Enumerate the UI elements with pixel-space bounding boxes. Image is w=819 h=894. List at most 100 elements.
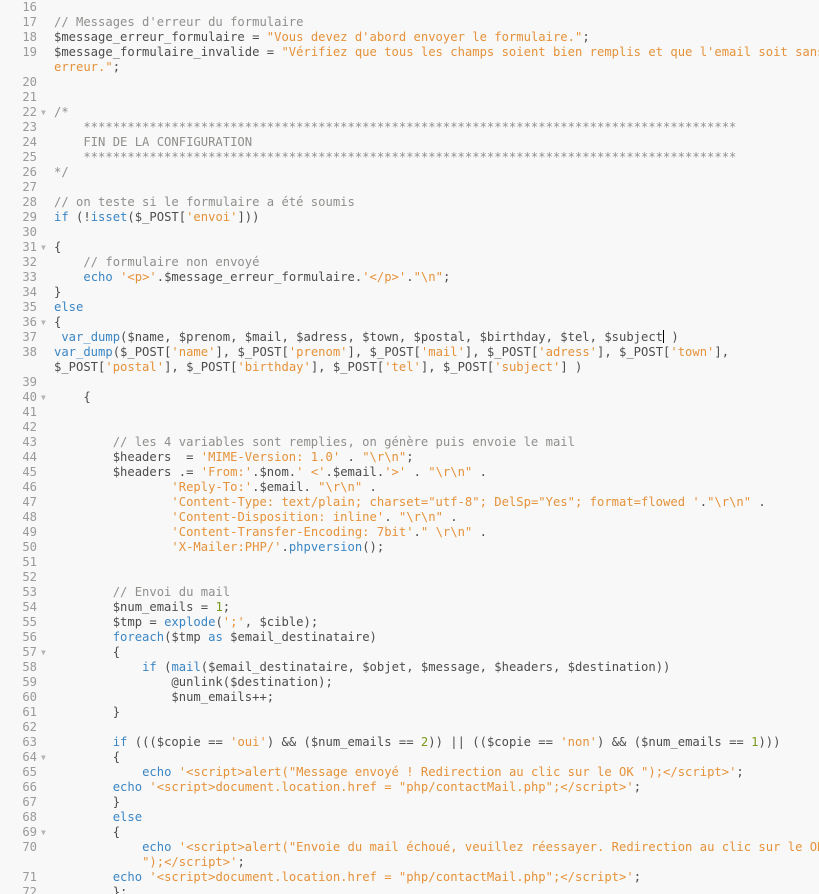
code-line[interactable]: 32 // formulaire non envoyé: [0, 255, 819, 270]
code-line[interactable]: 62: [0, 720, 819, 735]
keyword-token: echo: [112, 780, 143, 794]
code-line[interactable]: 55 $tmp = explode(';', $cible);: [0, 615, 819, 630]
code-line[interactable]: 34}: [0, 285, 819, 300]
code-line[interactable]: 68 else: [0, 810, 819, 825]
fold-toggle-icon[interactable]: ▼: [41, 105, 51, 120]
fold-toggle-icon[interactable]: ▼: [41, 825, 51, 840]
string-token: 'Content-Transfer-Encoding: 7bit': [171, 525, 414, 539]
line-number: 51: [22, 555, 37, 569]
code-line[interactable]: 54 $num_emails = 1;: [0, 600, 819, 615]
code-line[interactable]: 30: [0, 225, 819, 240]
code-line[interactable]: 41: [0, 405, 819, 420]
code-line[interactable]: 46 'Reply-To:'.$email. "\r\n" .: [0, 480, 819, 495]
code-line[interactable]: 72 };: [0, 885, 819, 894]
fold-toggle-icon[interactable]: ▼: [41, 240, 51, 255]
code-line[interactable]: 58 if (mail($email_destinataire, $objet,…: [0, 660, 819, 675]
code-line[interactable]: 65 echo '<script>alert("Message envoyé !…: [0, 765, 819, 780]
code-line[interactable]: 44 $headers = 'MIME-Version: 1.0' . "\r\…: [0, 450, 819, 465]
code-line[interactable]: 50 'X-Mailer:PHP/'.phpversion();: [0, 540, 819, 555]
code-token: ], $_POST[: [347, 345, 421, 359]
string-token: 'adress': [538, 345, 597, 359]
code-text: // on teste si le formulaire a été soumi…: [54, 195, 355, 210]
code-text: echo '<script>document.location.href = "…: [54, 870, 641, 885]
code-text: {: [54, 240, 61, 255]
code-token: ) && ($num_emails ==: [266, 735, 421, 749]
code-token: .: [281, 540, 289, 554]
code-line[interactable]: 17 // Messages d'erreur du formulaire: [0, 15, 819, 30]
code-line[interactable]: 42: [0, 420, 819, 435]
code-line[interactable]: 27: [0, 180, 819, 195]
line-number: 55: [22, 615, 37, 629]
code-line[interactable]: 40 ▼ {: [0, 390, 819, 405]
line-number: 43: [22, 435, 37, 449]
string-token: "\r\n": [707, 495, 752, 509]
code-token: .: [472, 465, 487, 479]
code-token: .$email.: [252, 480, 319, 494]
code-line[interactable]: 56 foreach($tmp as $email_destinataire): [0, 630, 819, 645]
code-line[interactable]: 26 */: [0, 165, 819, 180]
code-line[interactable]: $_POST['postal'], $_POST['birthday'], $_…: [0, 360, 819, 375]
code-line[interactable]: 36 ▼{: [0, 315, 819, 330]
code-line[interactable]: 53 // Envoi du mail: [0, 585, 819, 600]
code-line[interactable]: 57 ▼ {: [0, 645, 819, 660]
code-token: $headers .=: [54, 465, 201, 479]
string-token: 'town': [670, 345, 715, 359]
code-line[interactable]: 21: [0, 90, 819, 105]
code-line[interactable]: 61 }: [0, 705, 819, 720]
code-line[interactable]: 29 if (!isset($_POST['envoi'])): [0, 210, 819, 225]
fold-toggle-icon[interactable]: ▼: [41, 390, 51, 405]
comment-token: /*: [54, 105, 69, 119]
code-line[interactable]: 51: [0, 555, 819, 570]
comment-token: // on teste si le formulaire a été soumi…: [54, 195, 355, 209]
code-line[interactable]: 18 $message_erreur_formulaire = "Vous dev…: [0, 30, 819, 45]
code-line[interactable]: 25 *************************************…: [0, 150, 819, 165]
code-line[interactable]: 23 *************************************…: [0, 120, 819, 135]
code-token: @unlink($destination);: [54, 675, 333, 689]
code-line[interactable]: 66 echo '<script>document.location.href …: [0, 780, 819, 795]
keyword-token: else: [112, 810, 143, 824]
code-line[interactable]: 16: [0, 0, 819, 15]
code-line[interactable]: 52: [0, 570, 819, 585]
code-line[interactable]: 24 FIN DE LA CONFIGURATION: [0, 135, 819, 150]
code-line[interactable]: 31 ▼{: [0, 240, 819, 255]
line-number: 67: [22, 795, 37, 809]
code-token: ($tmp: [164, 630, 209, 644]
keyword-token: foreach: [112, 630, 165, 644]
code-line[interactable]: 63 if ((($copie == 'oui') && ($num_email…: [0, 735, 819, 750]
keyword-token: var_dump: [54, 345, 113, 359]
fold-toggle-icon[interactable]: ▼: [41, 315, 51, 330]
code-line[interactable]: 45 $headers .= 'From:'.$nom.' <'.$email.…: [0, 465, 819, 480]
code-line[interactable]: 71 echo '<script>document.location.href …: [0, 870, 819, 885]
code-line[interactable]: 37 var_dump($name, $prenom, $mail, $adre…: [0, 330, 819, 345]
code-line[interactable]: 38 var_dump($_POST['name'], $_POST['preno…: [0, 345, 819, 360]
code-line[interactable]: 59 @unlink($destination);: [0, 675, 819, 690]
code-line[interactable]: 47 'Content-Type: text/plain; charset="u…: [0, 495, 819, 510]
code-line[interactable]: 70 echo '<script>alert("Envoie du mail é…: [0, 840, 819, 855]
code-line[interactable]: 67 }: [0, 795, 819, 810]
code-line[interactable]: 28 // on teste si le formulaire a été sou…: [0, 195, 819, 210]
code-editor[interactable]: 16 17// Messages d'erreur du formulaire 18…: [0, 0, 819, 894]
code-line[interactable]: 35 else: [0, 300, 819, 315]
code-line[interactable]: 43 // les 4 variables sont remplies, on …: [0, 435, 819, 450]
string-token: 'From:': [200, 465, 253, 479]
fold-toggle-icon[interactable]: ▼: [41, 645, 51, 660]
string-token: '>': [384, 465, 407, 479]
code-line[interactable]: 19 $message_formulaire_invalide = "Vérifi…: [0, 45, 819, 60]
line-number: 35: [22, 300, 37, 314]
code-line[interactable]: 39: [0, 375, 819, 390]
fold-toggle-icon[interactable]: ▼: [41, 750, 51, 765]
code-line[interactable]: 33 echo '<p>'.$message_erreur_formulaire…: [0, 270, 819, 285]
code-line[interactable]: 69 ▼ {: [0, 825, 819, 840]
code-line[interactable]: 48 'Content-Disposition: inline'. "\r\n"…: [0, 510, 819, 525]
code-line[interactable]: 49 'Content-Transfer-Encoding: 7bit'." \…: [0, 525, 819, 540]
code-line[interactable]: ");</script>';: [0, 855, 819, 870]
code-line[interactable]: 64 ▼ {: [0, 750, 819, 765]
code-line[interactable]: 22 ▼/*: [0, 105, 819, 120]
code-line[interactable]: 60 $num_emails++;: [0, 690, 819, 705]
code-line[interactable]: 20: [0, 75, 819, 90]
code-line[interactable]: erreur.";: [0, 60, 819, 75]
